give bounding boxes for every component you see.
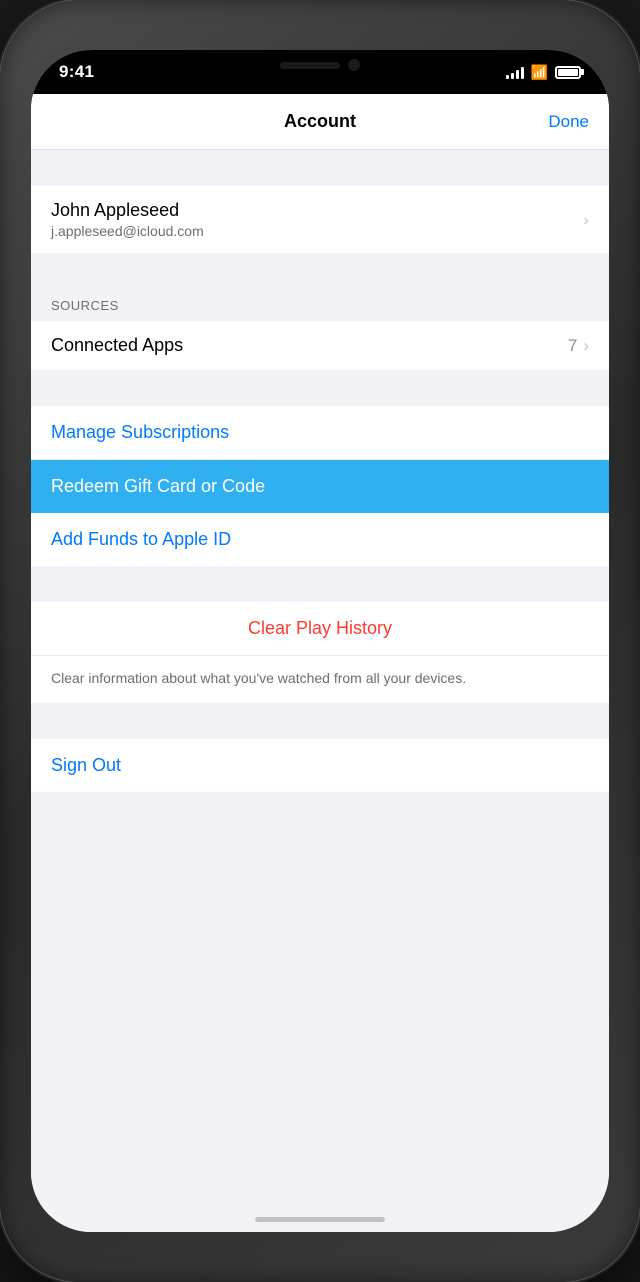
redeem-gift-card-label: Redeem Gift Card or Code [51,476,265,497]
bottom-gap-1 [31,566,609,602]
sources-header-text: SOURCES [51,298,119,313]
status-time: 9:41 [59,62,94,82]
clear-history-description-block: Clear information about what you've watc… [31,656,609,703]
manage-subscriptions-label: Manage Subscriptions [51,422,229,443]
sign-out-gap [31,703,609,739]
sign-out-section: Sign Out [31,739,609,792]
wifi-icon: 📶 [531,64,548,81]
sources-gap [31,253,609,289]
profile-name: John Appleseed [51,200,204,221]
phone-outer: 9:41 📶 [0,0,640,1282]
connected-apps-count: 7 [568,336,577,356]
clear-history-label: Clear Play History [248,618,392,639]
nav-bar: Account Done [31,94,609,150]
profile-item[interactable]: John Appleseed j.appleseed@icloud.com › [31,186,609,253]
status-icons: 📶 [506,64,581,81]
home-indicator[interactable] [255,1217,385,1222]
redeem-gift-card-item[interactable]: Redeem Gift Card or Code [31,460,609,513]
top-gap [31,150,609,186]
clear-history-description: Clear information about what you've watc… [51,670,466,686]
profile-email: j.appleseed@icloud.com [51,223,204,239]
sources-header: SOURCES [31,289,609,321]
profile-section: John Appleseed j.appleseed@icloud.com › [31,186,609,253]
sign-out-item[interactable]: Sign Out [31,739,609,792]
sign-out-label: Sign Out [51,755,121,776]
battery-icon [555,66,581,79]
status-bar: 9:41 📶 [31,50,609,94]
connected-apps-chevron: › [583,336,589,356]
clear-history-section: Clear Play History Clear information abo… [31,602,609,703]
add-funds-item[interactable]: Add Funds to Apple ID [31,513,609,566]
sources-section: Connected Apps 7 › [31,321,609,370]
page-title: Account [101,111,539,132]
bottom-space [31,792,609,912]
signal-icon [506,65,524,79]
middle-gap [31,370,609,406]
done-button[interactable]: Done [539,112,589,132]
add-funds-label: Add Funds to Apple ID [51,529,231,550]
notch [240,50,400,80]
connected-apps-item[interactable]: Connected Apps 7 › [31,321,609,370]
manage-subscriptions-item[interactable]: Manage Subscriptions [31,406,609,460]
connected-apps-label: Connected Apps [51,335,183,356]
actions-section: Manage Subscriptions Redeem Gift Card or… [31,406,609,566]
clear-history-item[interactable]: Clear Play History [31,602,609,655]
camera [348,59,360,71]
phone-screen: 9:41 📶 [31,50,609,1232]
screen-content: Account Done John Appleseed j.appleseed@… [31,94,609,1232]
profile-chevron: › [583,210,589,230]
speaker [280,62,340,69]
